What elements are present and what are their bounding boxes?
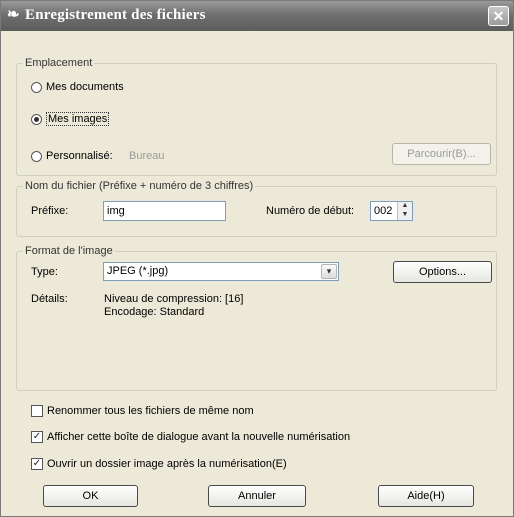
image-format-legend: Format de l'image [23, 245, 115, 257]
custom-path-value: Bureau [129, 150, 165, 162]
rename-checkbox[interactable]: Renommer tous les fichiers de même nom [31, 405, 254, 417]
filename-group: Nom du fichier (Préfixe + numéro de 3 ch… [16, 180, 497, 237]
scanner-app-icon: ❧ [7, 6, 20, 23]
help-button[interactable]: Aide(H) [378, 485, 474, 507]
details-label: Détails: [31, 293, 68, 305]
radio-custom-indicator[interactable] [31, 150, 42, 162]
options-button[interactable]: Options... [393, 261, 492, 283]
start-number-label: Numéro de début: [266, 205, 355, 217]
prefix-input[interactable]: img [103, 201, 226, 221]
type-label: Type: [31, 266, 58, 278]
radio-custom-label: Personnalisé: [46, 150, 113, 162]
ok-button[interactable]: OK [43, 485, 138, 507]
filename-legend: Nom du fichier (Préfixe + numéro de 3 ch… [23, 180, 256, 192]
details-encoding: Encodage: Standard [104, 306, 205, 318]
rename-checkbox-label: Renommer tous les fichiers de même nom [47, 405, 254, 417]
browse-button[interactable]: Parcourir(B)... [392, 143, 491, 165]
open-folder-checkbox-label: Ouvrir un dossier image après la numéris… [47, 458, 287, 470]
show-dialog-checkbox-label: Afficher cette boîte de dialogue avant l… [47, 431, 351, 443]
type-select-value: JPEG (*.jpg) [107, 265, 169, 277]
dialog-title: Enregistrement des fichiers [25, 7, 206, 23]
type-select[interactable]: JPEG (*.jpg) ▾ [103, 262, 339, 281]
radio-custom[interactable]: Personnalisé: [31, 150, 113, 162]
spin-down-icon[interactable]: ▼ [397, 211, 412, 220]
chevron-down-icon[interactable]: ▾ [321, 264, 337, 279]
close-button[interactable]: ✕ [488, 6, 509, 26]
radio-my-documents-indicator[interactable] [31, 81, 42, 93]
title-bar[interactable]: ❧ Enregistrement des fichiers ✕ [1, 1, 513, 31]
rename-checkbox-box[interactable] [31, 405, 43, 417]
radio-my-images[interactable]: Mes images [31, 112, 110, 126]
start-number-value: 002 [374, 205, 393, 217]
open-folder-checkbox[interactable]: ✓ Ouvrir un dossier image après la numér… [31, 458, 287, 470]
radio-my-documents[interactable]: Mes documents [31, 81, 124, 93]
radio-my-images-label: Mes images [46, 112, 110, 126]
details-compression: Niveau de compression: [16] [104, 293, 244, 305]
prefix-label: Préfixe: [31, 205, 69, 217]
cancel-button[interactable]: Annuler [208, 485, 306, 507]
location-legend: Emplacement [23, 57, 95, 69]
radio-my-images-indicator[interactable] [31, 113, 42, 125]
save-files-dialog: ❧ Enregistrement des fichiers ✕ Emplacem… [0, 0, 514, 517]
show-dialog-checkbox[interactable]: ✓ Afficher cette boîte de dialogue avant… [31, 431, 350, 443]
radio-my-documents-label: Mes documents [46, 81, 124, 93]
start-number-field[interactable]: 002 ▲ ▼ [370, 201, 413, 221]
check-icon[interactable]: ✓ [31, 431, 43, 443]
check-icon[interactable]: ✓ [31, 458, 43, 470]
